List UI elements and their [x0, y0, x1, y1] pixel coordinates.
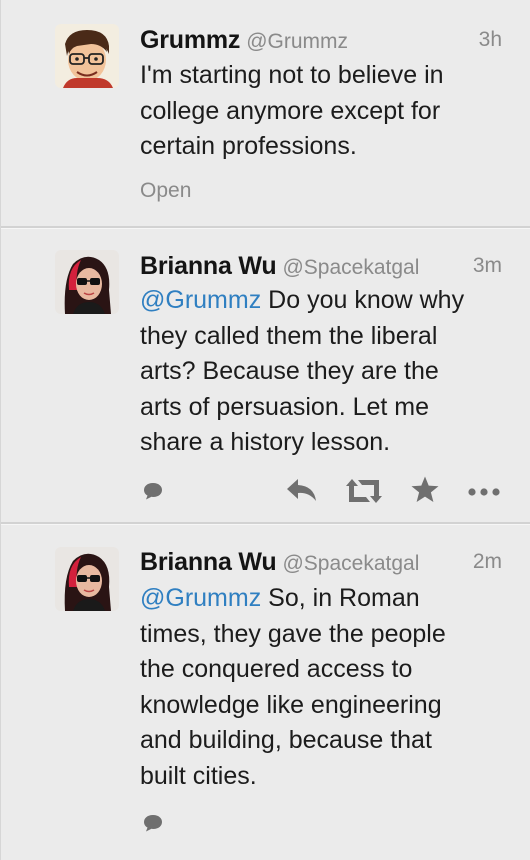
tweet-text: @Grummz Do you know why they called them… [140, 283, 510, 461]
cartoon-avatar-icon [55, 24, 119, 88]
tweet-text-line: arts of persuasion. Let me [140, 392, 430, 421]
tweet-text-line: the conquered access to [140, 655, 413, 683]
avatar[interactable] [55, 250, 119, 314]
photo-avatar-icon [55, 547, 119, 611]
author-handle[interactable]: @Spacekatgal [282, 552, 419, 575]
tweet-text-line: knowledge like engineering [140, 690, 442, 719]
tweet-timeline: Grummz @Grummz 3h I'm starting not to bel… [0, 0, 530, 860]
favorite-star-icon[interactable] [410, 475, 440, 505]
author-name[interactable]: Brianna Wu [140, 252, 277, 280]
tweet-header: Brianna Wu @Spacekatgal 2m [140, 548, 502, 578]
tweet-timestamp[interactable]: 3h [479, 28, 502, 52]
tweet-text-line: arts? Because they are the [140, 357, 439, 385]
photo-avatar-icon [55, 250, 119, 314]
tweet-item[interactable]: Brianna Wu @Spacekatgal 3m @Grummz Do you… [1, 229, 530, 522]
speech-bubble-icon[interactable] [142, 481, 164, 501]
author-handle[interactable]: @Grummz [246, 30, 348, 53]
tweet-text: @Grummz So, in Roman times, they gave th… [140, 581, 510, 794]
tweet-timestamp[interactable]: 2m [473, 550, 502, 574]
tweet-text-line: college anymore except for [140, 96, 441, 125]
mention-link[interactable]: @Grummz [140, 584, 261, 612]
tweet-text-line: @Grummz Do you know why [140, 283, 510, 319]
avatar[interactable] [55, 547, 119, 611]
reply-icon[interactable] [285, 476, 319, 504]
author-name[interactable]: Grummz [140, 26, 240, 54]
tweet-header: Brianna Wu @Spacekatgal 3m [140, 252, 502, 282]
tweet-text-line: @Grummz So, in Roman [140, 581, 510, 617]
tweet-header: Grummz @Grummz 3h [140, 26, 502, 56]
tweet-text-segment: Do you know why [261, 286, 465, 314]
tweet-text-line: times, they gave the people [140, 619, 446, 648]
tweet-text-line: they called them the liberal [140, 321, 438, 350]
tweet-timestamp[interactable]: 3m [473, 254, 502, 278]
author-handle[interactable]: @Spacekatgal [282, 256, 419, 279]
mention-link[interactable]: @Grummz [140, 286, 261, 314]
tweet-text-segment: So, in Roman [261, 584, 420, 612]
tweet-text-line: certain professions. [140, 132, 357, 160]
tweet-text-line: share a history lesson. [140, 428, 391, 456]
speech-bubble-icon[interactable] [142, 813, 164, 833]
tweet-text: I'm starting not to believe in college a… [140, 58, 510, 165]
more-dots-icon[interactable] [467, 487, 501, 497]
author-name[interactable]: Brianna Wu [140, 548, 277, 576]
tweet-text-line: built cities. [140, 761, 257, 790]
tweet-text-line: and building, because that [140, 726, 432, 754]
tweet-item[interactable]: Brianna Wu @Spacekatgal 2m @Grummz So, in… [1, 525, 530, 860]
avatar[interactable] [55, 24, 119, 88]
retweet-icon[interactable] [344, 477, 384, 505]
tweet-item[interactable]: Grummz @Grummz 3h I'm starting not to bel… [1, 0, 530, 226]
tweet-text-line: I'm starting not to believe in [140, 61, 444, 89]
open-link[interactable]: Open [140, 179, 191, 203]
